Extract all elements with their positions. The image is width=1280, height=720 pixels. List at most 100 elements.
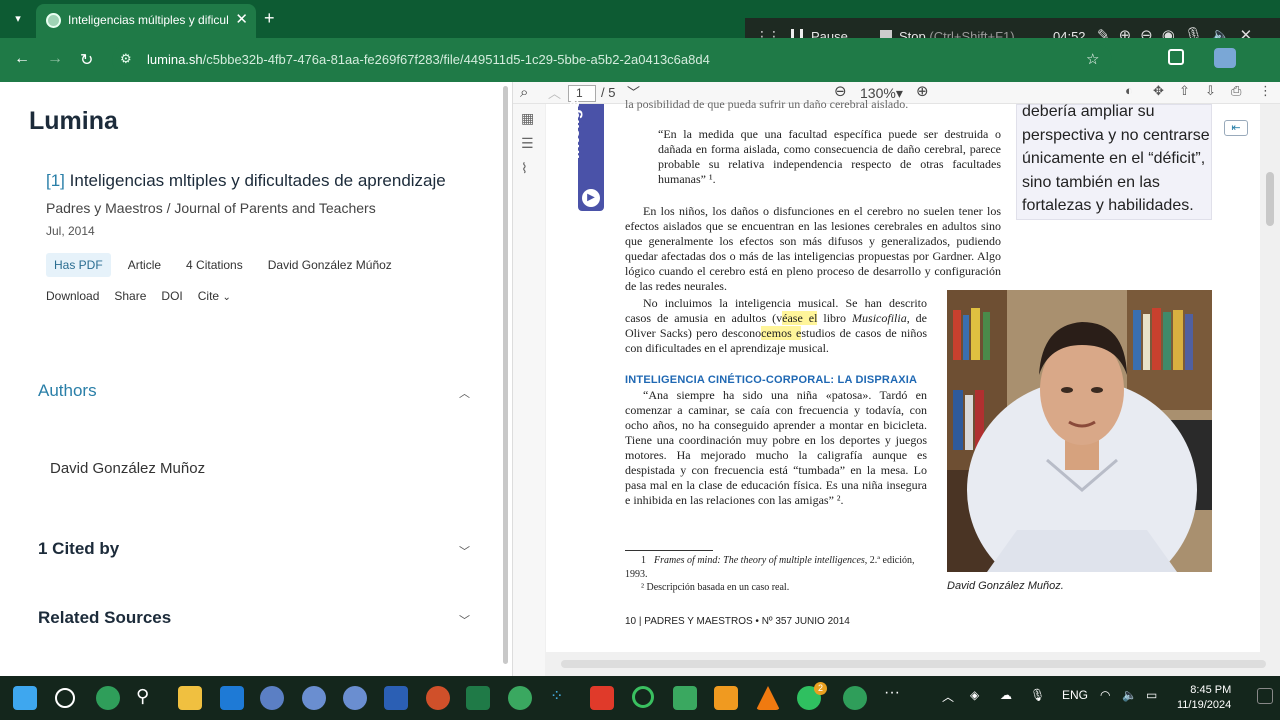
print-icon[interactable]: ⎙ (1231, 83, 1241, 99)
photo-caption: David González Muñoz. (947, 580, 1064, 592)
book-title: Musicofilia (852, 311, 907, 325)
footnote-2: ² Descripción basada en un caso real. (641, 582, 790, 593)
play-icon: ▶ (582, 189, 600, 207)
chrome-icon[interactable] (96, 686, 120, 710)
app-icon-2[interactable] (343, 686, 367, 710)
author-item[interactable]: David González Muñoz (50, 460, 205, 477)
extensions-icon[interactable] (1168, 49, 1184, 65)
paper-details-panel: Lumina [1] Inteligencias mltiples y difi… (0, 82, 502, 676)
attachment-icon[interactable]: ⌇ (521, 160, 528, 177)
site-info-icon[interactable]: ⚙ (120, 51, 132, 67)
vlc-icon[interactable] (756, 686, 780, 710)
highlighted-text: éase el (782, 311, 818, 325)
clock-date: 11/19/2024 (1177, 699, 1232, 711)
url-path: /c5bbe32b-4fb7-476a-81aa-fe269f67f283/fi… (202, 52, 710, 67)
paper-badges: Has PDF Article 4 Citations David Gonzál… (46, 253, 400, 277)
excel-icon[interactable] (466, 686, 490, 710)
chevron-up-icon[interactable]: ︿ (459, 385, 470, 401)
address-bar-row: ← → ↻ ⚙ lumina.sh/c5bbe32b-4fb7-476a-81a… (0, 38, 1280, 82)
left-panel-scrollbar[interactable] (503, 86, 508, 664)
cited-by-section-header[interactable]: 1 Cited by (38, 539, 119, 559)
powerpoint-icon[interactable] (426, 686, 450, 710)
url-text: lumina.sh/c5bbe32b-4fb7-476a-81aa-fe269f… (147, 52, 710, 67)
app-icon-1[interactable] (302, 686, 326, 710)
highlighted-text-2: cemos e (761, 326, 802, 340)
chevron-down-icon[interactable]: ﹀ (459, 543, 470, 559)
page-total: / 5 (601, 85, 616, 100)
notification-center-icon[interactable] (1257, 688, 1273, 704)
r-icon[interactable] (260, 686, 284, 710)
article-badge: Article (127, 258, 162, 272)
file-explorer-icon[interactable] (178, 686, 202, 710)
app-icon-4[interactable] (673, 686, 697, 710)
profile-avatar[interactable] (1214, 48, 1236, 68)
pdf-sidebar: ▦ ☰ ⌇ (513, 104, 545, 676)
move-icon[interactable]: ✥ (1153, 83, 1164, 99)
system-clock[interactable]: 8:45 PM 11/19/2024 (1177, 683, 1231, 713)
chrome-active-icon[interactable] (843, 686, 867, 710)
author-photo (947, 290, 1212, 572)
publication-date: Jul, 2014 (46, 224, 95, 238)
cite-button[interactable]: Cite ⌄ (198, 289, 231, 303)
volume-icon[interactable]: 🔈 (1122, 688, 1137, 702)
paper-ref: [1] (46, 171, 65, 190)
authors-section-header[interactable]: Authors (38, 381, 97, 401)
body-paragraph-1: En los niños, los daños o disfunciones e… (625, 204, 1001, 293)
share-button[interactable]: Share (114, 289, 146, 303)
doi-button[interactable]: DOI (161, 289, 182, 303)
side-panel-toggle-icon[interactable]: ⇤ (1224, 120, 1248, 136)
more-menu-icon[interactable]: ⋮ (1259, 83, 1272, 99)
tray-chevron-icon[interactable]: ︿ (942, 688, 954, 705)
back-icon[interactable]: ← (14, 50, 30, 68)
pdf-page: Intelige ▶ la posibilidad de que pueda s… (546, 97, 1260, 652)
previous-page-icon[interactable]: ︿ (548, 83, 561, 102)
footnote-1: 1 Frames of mind: The theory of multiple … (625, 554, 928, 582)
outline-icon[interactable]: ☰ (521, 135, 534, 152)
grid-app-icon[interactable]: ⁘ (550, 686, 574, 710)
tray-shield-icon[interactable]: ◈ (970, 688, 979, 702)
close-tab-icon[interactable]: ✕ (235, 10, 248, 28)
chevron-down-icon[interactable]: ﹀ (459, 612, 470, 628)
language-indicator[interactable]: ENG (1062, 688, 1088, 702)
more-apps-icon[interactable]: ··· (884, 684, 908, 708)
windows-start-icon[interactable] (13, 686, 37, 710)
upload-icon[interactable]: ⇧ (1179, 83, 1190, 99)
forward-icon[interactable]: → (47, 50, 63, 68)
mic-tray-icon[interactable]: 🎙 (1030, 688, 1045, 702)
url-field[interactable]: ⚙ lumina.sh/c5bbe32b-4fb7-476a-81aa-fe26… (112, 44, 1112, 76)
page-footer: 10 | PADRES Y MAESTROS • Nº 357 JUNIO 20… (625, 616, 850, 627)
search-icon[interactable]: ⌕ (520, 84, 528, 101)
app-icon-3[interactable] (508, 686, 532, 710)
app-icon-5[interactable] (714, 686, 738, 710)
thumbnails-icon[interactable]: ▦ (521, 110, 534, 127)
related-sources-section-header[interactable]: Related Sources (38, 608, 171, 628)
tab-search-chevron-icon[interactable]: ▾ (8, 9, 28, 29)
magnifier-icon[interactable]: ⚲ (136, 686, 160, 710)
pdf-horizontal-scrollbar[interactable] (561, 660, 1266, 668)
pull-quote-text: debería ampliar su perspectiva y no cent… (1022, 103, 1210, 214)
refresh-app-icon[interactable] (632, 686, 654, 708)
pdf-reader-icon[interactable] (590, 686, 614, 710)
cloud-icon[interactable]: ☁ (1000, 688, 1012, 702)
word-icon[interactable] (384, 686, 408, 710)
author-badge[interactable]: David González Múñoz (260, 253, 400, 277)
para2-part-b: libro (817, 311, 853, 325)
photo-illustration (947, 290, 1212, 572)
browser-tab[interactable]: Inteligencias múltiples y dificult ✕ (36, 4, 256, 38)
download-icon[interactable]: ⇩ (1205, 83, 1216, 99)
bookmark-star-icon[interactable]: ☆ (1086, 50, 1099, 68)
reload-icon[interactable]: ↻ (80, 50, 93, 70)
new-tab-plus-icon[interactable]: + (264, 8, 275, 29)
pdf-vertical-scrollbar[interactable] (1266, 172, 1274, 226)
battery-icon[interactable]: ▭ (1146, 688, 1157, 702)
whatsapp-icon[interactable]: 2 (797, 682, 827, 710)
download-button[interactable]: Download (46, 289, 99, 303)
vscode-icon[interactable] (220, 686, 244, 710)
url-host: lumina.sh (147, 52, 203, 67)
search-icon[interactable] (55, 688, 75, 708)
theme-icon[interactable]: ◐ (1125, 83, 1133, 98)
wifi-icon[interactable]: ◠ (1100, 688, 1110, 702)
body-paragraph-2: No incluimos la inteligencia musical. Se… (625, 296, 927, 356)
citations-link[interactable]: 4 Citations (178, 253, 251, 277)
vertical-section-title: Intelige (564, 99, 583, 159)
